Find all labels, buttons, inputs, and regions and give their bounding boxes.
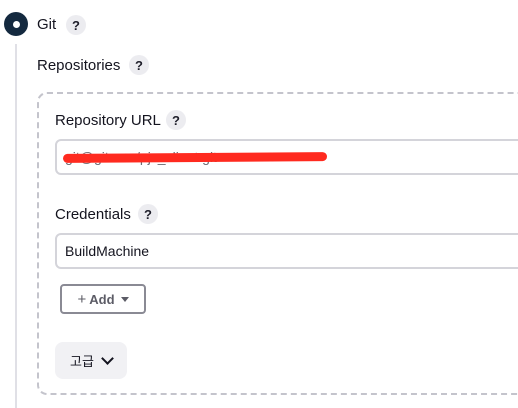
advanced-button-label: 고급 xyxy=(70,354,94,369)
plus-icon: + xyxy=(77,290,87,308)
add-button-label: Add xyxy=(89,291,115,307)
advanced-button[interactable]: 고급 xyxy=(55,342,127,379)
credentials-select[interactable]: BuildMachine xyxy=(55,233,518,269)
chevron-down-icon xyxy=(101,352,114,365)
repository-url-help-icon[interactable]: ? xyxy=(166,110,186,130)
repositories-label: Repositories xyxy=(37,57,121,74)
add-credentials-button[interactable]: + Add xyxy=(60,284,146,314)
section-indent-line xyxy=(15,44,17,408)
credentials-help-icon[interactable]: ? xyxy=(138,204,158,224)
repository-url-label: Repository URL xyxy=(55,112,161,129)
repositories-help-icon[interactable]: ? xyxy=(129,55,149,75)
git-help-icon[interactable]: ? xyxy=(66,15,86,35)
redaction-mark xyxy=(62,152,328,163)
credentials-selected-value: BuildMachine xyxy=(65,243,150,259)
radio-dot-icon xyxy=(12,20,20,28)
git-option-label: Git xyxy=(37,16,57,33)
repository-url-input[interactable]: git@git...:.../pjx_client.git xyxy=(55,139,518,175)
credentials-label: Credentials xyxy=(55,206,131,223)
git-radio-button[interactable] xyxy=(4,12,28,36)
caret-down-icon xyxy=(120,296,129,302)
